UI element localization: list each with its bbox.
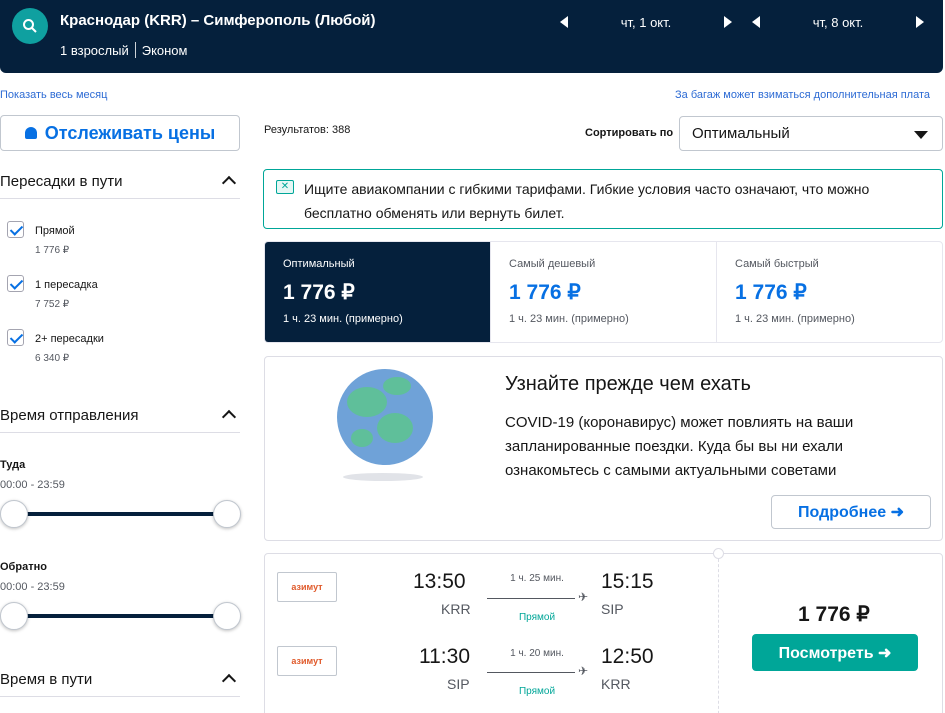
- prev-return-date-icon[interactable]: [752, 16, 760, 28]
- stops-one-price: 7 752 ₽: [35, 299, 70, 310]
- route-title[interactable]: Краснодар (KRR) – Симферополь (Любой): [60, 12, 375, 29]
- return-slider-max-handle[interactable]: [213, 602, 241, 630]
- divider: [0, 198, 240, 199]
- depart-date-nav: чт, 1 окт.: [560, 10, 732, 34]
- chevron-up-icon[interactable]: [221, 175, 237, 191]
- baggage-fee-link[interactable]: За багаж может взиматься дополнительная …: [675, 89, 930, 101]
- covid-info-card: Узнайте прежде чем ехать COVID-19 (корон…: [264, 356, 943, 541]
- chevron-up-icon[interactable]: [221, 673, 237, 689]
- divider: [0, 696, 240, 697]
- stops-two-plus-price: 6 340 ₽: [35, 353, 70, 364]
- departure-section-title[interactable]: Время отправления: [0, 407, 139, 424]
- outbound-slider-min-handle[interactable]: [0, 500, 28, 528]
- more-info-button[interactable]: Подробнее ➜: [771, 495, 931, 529]
- track-prices-button[interactable]: Отслеживать цены: [0, 115, 240, 151]
- search-button[interactable]: [12, 8, 48, 44]
- sort-tabs: Оптимальный 1 776 ₽ 1 ч. 23 мин. (пример…: [264, 241, 943, 343]
- divider: [134, 42, 136, 58]
- stops-one-label: 1 пересадка: [35, 279, 98, 291]
- bell-icon: [24, 127, 37, 139]
- airline-logo: азимут: [277, 646, 337, 676]
- results-count: Результатов: 388: [264, 124, 351, 136]
- outbound-range: 00:00 - 23:59: [0, 479, 65, 491]
- tab-best-name: Оптимальный: [283, 258, 355, 270]
- return-label: Обратно: [0, 561, 47, 573]
- plane-icon: ✈: [578, 664, 589, 678]
- inbound-duration: 1 ч. 20 мин.: [510, 648, 564, 659]
- tab-cheapest-name: Самый дешевый: [509, 258, 596, 270]
- ticket-icon: ✕: [276, 180, 294, 194]
- covid-title: Узнайте прежде чем ехать: [505, 373, 751, 395]
- sort-select[interactable]: Оптимальный: [679, 116, 943, 151]
- prev-depart-date-icon[interactable]: [560, 16, 568, 28]
- sort-label: Сортировать по: [585, 127, 674, 139]
- duration-section-title[interactable]: Время в пути: [0, 671, 92, 688]
- flight-result-card[interactable]: азимут 13:50 KRR 1 ч. 25 мин. ✈ Прямой 1…: [264, 548, 943, 713]
- tab-best-duration: 1 ч. 23 мин. (примерно): [283, 313, 403, 325]
- tab-fastest-price: 1 776 ₽: [735, 281, 807, 304]
- outbound-route-line: [487, 598, 575, 599]
- chevron-up-icon[interactable]: [221, 409, 237, 425]
- ticket-divider: [718, 554, 719, 713]
- inbound-stops: Прямой: [518, 686, 556, 697]
- inbound-arr-code: KRR: [601, 676, 631, 692]
- cabin-label: Эконом: [141, 42, 188, 58]
- outbound-dep-code: KRR: [441, 601, 471, 617]
- tab-cheapest-price: 1 776 ₽: [509, 281, 581, 304]
- outbound-arr-code: SIP: [601, 601, 624, 617]
- outbound-label: Туда: [0, 459, 26, 471]
- tab-cheapest[interactable]: Самый дешевый 1 776 ₽ 1 ч. 23 мин. (прим…: [491, 242, 717, 342]
- next-return-date-icon[interactable]: [916, 16, 924, 28]
- flight-price: 1 776 ₽: [798, 603, 870, 626]
- tab-fastest[interactable]: Самый быстрый 1 776 ₽ 1 ч. 23 мин. (прим…: [717, 242, 942, 342]
- tab-best[interactable]: Оптимальный 1 776 ₽ 1 ч. 23 мин. (пример…: [265, 242, 491, 342]
- inbound-dep-time: 11:30: [419, 645, 470, 668]
- stops-one-checkbox[interactable]: [7, 275, 24, 292]
- inbound-dep-code: SIP: [447, 676, 470, 692]
- stops-direct-label: Прямой: [35, 225, 75, 237]
- sort-selected-value: Оптимальный: [692, 125, 790, 142]
- outbound-stops: Прямой: [518, 612, 556, 623]
- passengers-label: 1 взрослый: [60, 42, 129, 58]
- airline-logo: азимут: [277, 572, 337, 602]
- stops-section-title[interactable]: Пересадки в пути: [0, 173, 123, 190]
- depart-date[interactable]: чт, 1 окт.: [568, 15, 724, 30]
- return-date[interactable]: чт, 8 окт.: [760, 15, 916, 30]
- tab-best-price: 1 776 ₽: [283, 281, 355, 304]
- search-header: Краснодар (KRR) – Симферополь (Любой) 1 …: [0, 0, 943, 73]
- flexible-fares-text: Ищите авиакомпании с гибкими тарифами. Г…: [304, 181, 870, 221]
- view-deal-button[interactable]: Посмотреть ➜: [752, 634, 918, 671]
- tab-fastest-name: Самый быстрый: [735, 258, 819, 270]
- tab-fastest-duration: 1 ч. 23 мин. (примерно): [735, 313, 855, 325]
- outbound-slider-track[interactable]: [14, 512, 228, 516]
- globe-shadow: [343, 473, 423, 481]
- return-slider-min-handle[interactable]: [0, 602, 28, 630]
- flexible-fares-banner: ✕ Ищите авиакомпании с гибкими тарифами.…: [263, 169, 943, 229]
- outbound-arr-time: 15:15: [601, 570, 654, 593]
- outbound-dep-time: 13:50: [413, 570, 466, 593]
- search-icon: [23, 19, 37, 33]
- plane-icon: ✈: [578, 590, 589, 604]
- globe-icon: [337, 369, 433, 465]
- return-range: 00:00 - 23:59: [0, 581, 65, 593]
- stops-two-plus-label: 2+ пересадки: [35, 333, 104, 345]
- ticket-notch: [713, 548, 724, 559]
- return-date-nav: чт, 8 окт.: [752, 10, 924, 34]
- passenger-cabin-summary[interactable]: 1 взрослый Эконом: [60, 42, 187, 58]
- caret-down-icon: [914, 131, 928, 139]
- inbound-route-line: [487, 672, 575, 673]
- outbound-slider-max-handle[interactable]: [213, 500, 241, 528]
- inbound-arr-time: 12:50: [601, 645, 654, 668]
- covid-body: COVID-19 (коронавирус) может повлиять на…: [505, 414, 854, 479]
- outbound-duration: 1 ч. 25 мин.: [510, 573, 564, 584]
- stops-direct-checkbox[interactable]: [7, 221, 24, 238]
- track-prices-label: Отслеживать цены: [44, 122, 216, 143]
- return-slider-track[interactable]: [14, 614, 228, 618]
- stops-two-plus-checkbox[interactable]: [7, 329, 24, 346]
- tab-cheapest-duration: 1 ч. 23 мин. (примерно): [509, 313, 629, 325]
- next-depart-date-icon[interactable]: [724, 16, 732, 28]
- stops-direct-price: 1 776 ₽: [35, 245, 70, 256]
- divider: [0, 432, 240, 433]
- show-month-link[interactable]: Показать весь месяц: [0, 89, 107, 101]
